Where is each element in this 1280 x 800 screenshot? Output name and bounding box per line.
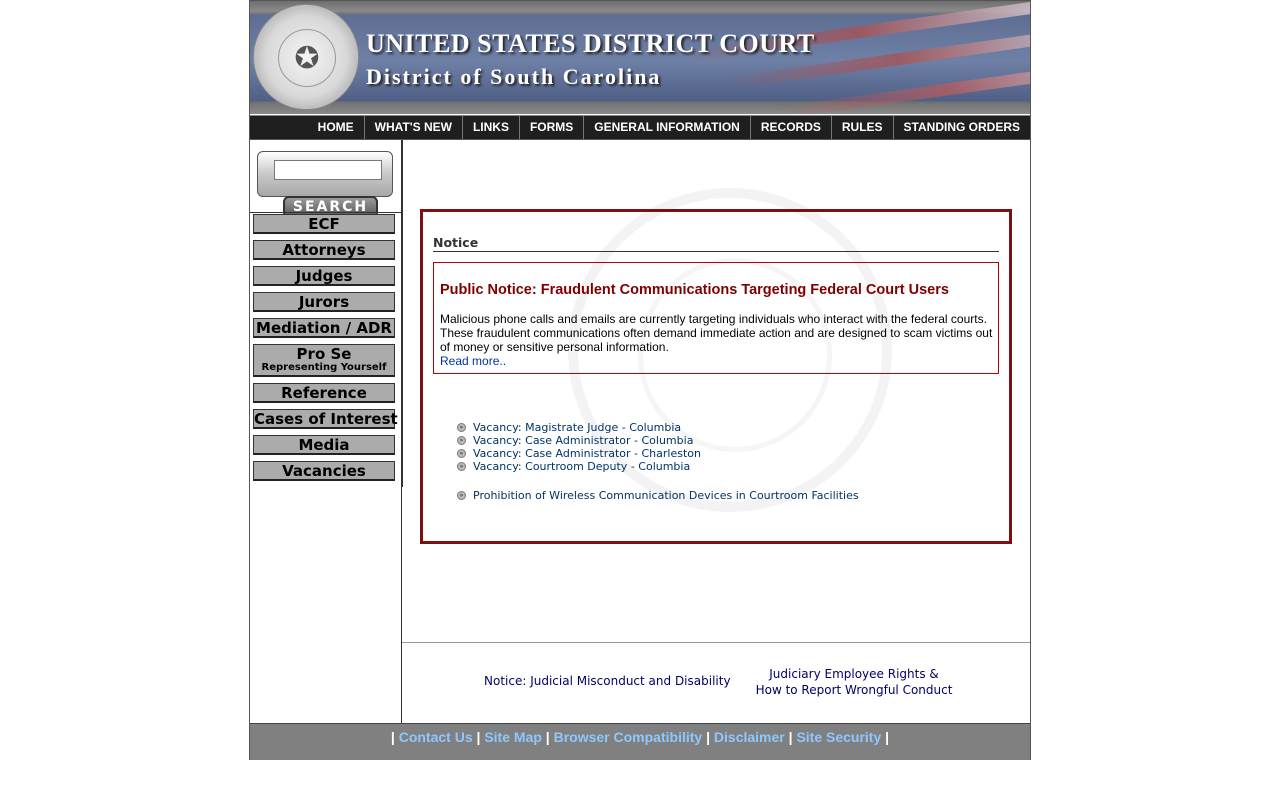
nav-home[interactable]: HOME [308,116,364,139]
eagle-icon: ✪ [278,29,336,87]
list-item: » Vacancy: Case Administrator - Charlest… [457,447,701,460]
vacancy-link[interactable]: Vacancy: Case Administrator - Charleston [473,447,701,460]
vacancy-link[interactable]: Vacancy: Courtroom Deputy - Columbia [473,460,690,473]
alert-body: Malicious phone calls and emails are cur… [440,312,996,368]
site-security-link[interactable]: Site Security [796,729,881,745]
contact-us-link[interactable]: Contact Us [399,729,473,745]
site-map-link[interactable]: Site Map [484,729,542,745]
sidebar-item-attorneys[interactable]: Attorneys [253,240,395,260]
bullet-icon: » [457,436,466,445]
bottom-bar: | Contact Us | Site Map | Browser Compat… [250,723,1030,760]
vacancy-list: » Vacancy: Magistrate Judge - Columbia »… [457,421,701,473]
nav-records[interactable]: RECORDS [749,116,831,139]
browser-compatibility-link[interactable]: Browser Compatibility [554,729,703,745]
sidebar-item-ecf[interactable]: ECF [253,214,395,234]
sidebar-item-cases-of-interest[interactable]: Cases of Interest [253,409,398,429]
search-input[interactable] [274,160,382,180]
employee-rights-line2: How to Report Wrongful Conduct [755,683,953,697]
employee-rights-link[interactable]: Judiciary Employee Rights & How to Repor… [748,666,960,698]
notice-heading: Notice [433,235,999,252]
separator: | [885,729,890,745]
bullet-icon: » [457,491,466,500]
sidebar-item-media[interactable]: Media [253,435,395,455]
separator: | [476,729,481,745]
nav-general-information[interactable]: GENERAL INFORMATION [583,116,750,139]
misconduct-link[interactable]: Notice: Judicial Misconduct and Disabili… [484,674,731,688]
disclaimer-link[interactable]: Disclaimer [714,729,785,745]
sidebar-item-reference[interactable]: Reference [253,383,395,403]
alert-box: Public Notice: Fraudulent Communications… [433,262,999,374]
nav-whats-new[interactable]: WHAT'S NEW [363,116,462,139]
sidebar: SEARCH ECF Attorneys Judges Jurors Media… [250,140,403,487]
sidebar-item-judges[interactable]: Judges [253,266,395,286]
site-title: UNITED STATES DISTRICT COURT [366,29,815,58]
nav-standing-orders[interactable]: STANDING ORDERS [892,116,1030,139]
prohibition-list: » Prohibition of Wireless Communication … [457,489,859,502]
alert-title: Public Notice: Fraudulent Communications… [440,282,949,298]
prohibition-link[interactable]: Prohibition of Wireless Communication De… [473,489,859,502]
nav-rules[interactable]: RULES [830,116,893,139]
sidebar-item-mediation-adr[interactable]: Mediation / ADR [253,318,395,338]
header-banner: ✪ UNITED STATES DISTRICT COURT District … [250,1,1030,114]
vacancy-link[interactable]: Vacancy: Magistrate Judge - Columbia [473,421,681,434]
vacancy-link[interactable]: Vacancy: Case Administrator - Columbia [473,434,693,447]
sidebar-item-jurors[interactable]: Jurors [253,292,395,312]
employee-rights-line1: Judiciary Employee Rights & [769,667,939,681]
list-item: » Vacancy: Courtroom Deputy - Columbia [457,460,701,473]
list-item: » Vacancy: Case Administrator - Columbia [457,434,701,447]
nav-links[interactable]: LINKS [461,116,519,139]
separator: | [390,729,395,745]
sidebar-item-vacancies[interactable]: Vacancies [253,461,395,481]
list-item: » Vacancy: Magistrate Judge - Columbia [457,421,701,434]
separator: | [788,729,793,745]
bullet-icon: » [457,449,466,458]
search-panel: SEARCH [257,151,393,218]
top-nav: HOME WHAT'S NEW LINKS FORMS GENERAL INFO… [250,115,1030,140]
list-item: » Prohibition of Wireless Communication … [457,489,859,502]
footer-divider [402,642,1030,643]
sidebar-item-pro-se[interactable]: Pro Se Representing Yourself [253,344,395,377]
sidebar-divider [250,212,401,213]
main-content: Notice Public Notice: Fraudulent Communi… [402,140,1030,723]
bullet-icon: » [457,462,466,471]
sidebar-item-label: Pro Se [296,345,352,363]
separator: | [545,729,550,745]
page-container: ✪ UNITED STATES DISTRICT COURT District … [249,0,1031,760]
sidebar-item-sublabel: Representing Yourself [261,362,387,373]
notice-box: Notice Public Notice: Fraudulent Communi… [420,209,1012,544]
separator: | [706,729,711,745]
site-subtitle: District of South Carolina [366,64,662,89]
read-more-link[interactable]: Read more.. [440,354,506,368]
bullet-icon: » [457,423,466,432]
alert-text: Malicious phone calls and emails are cur… [440,312,993,354]
nav-forms[interactable]: FORMS [518,116,583,139]
seal-icon[interactable]: ✪ [253,4,359,110]
